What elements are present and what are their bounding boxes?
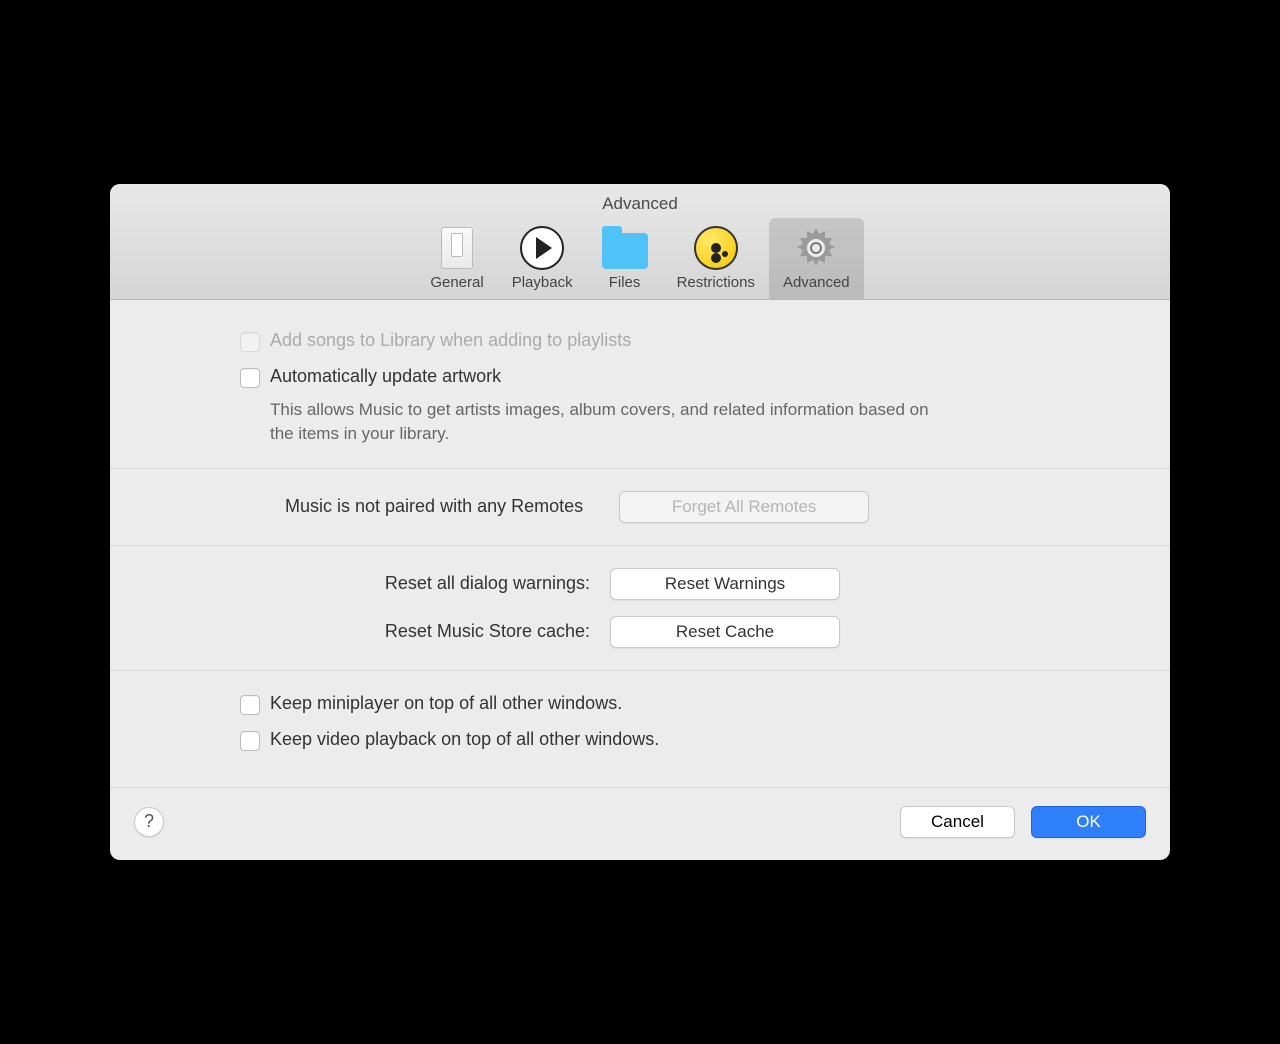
folder-icon (601, 224, 649, 272)
toolbar: Advanced General Playback Files Restrict… (110, 184, 1170, 300)
tab-label: Playback (512, 274, 573, 291)
divider (110, 545, 1170, 546)
ok-button[interactable]: OK (1031, 806, 1146, 838)
reset-cache-button[interactable]: Reset Cache (610, 616, 840, 648)
tab-general[interactable]: General (416, 218, 497, 299)
description-auto-artwork: This allows Music to get artists images,… (270, 398, 950, 446)
checkbox-keep-miniplayer[interactable] (240, 695, 260, 715)
checkbox-auto-artwork[interactable] (240, 368, 260, 388)
reset-warnings-row: Reset all dialog warnings: Reset Warning… (140, 568, 1140, 600)
checkbox-keep-video[interactable] (240, 731, 260, 751)
remotes-status: Music is not paired with any Remotes (285, 496, 583, 517)
parental-icon (692, 224, 740, 272)
label-keep-video: Keep video playback on top of all other … (270, 729, 659, 750)
help-button[interactable]: ? (134, 807, 164, 837)
label-add-songs: Add songs to Library when adding to play… (270, 330, 631, 351)
reset-warnings-label: Reset all dialog warnings: (385, 573, 590, 594)
reset-cache-row: Reset Music Store cache: Reset Cache (140, 616, 1140, 648)
play-icon (518, 224, 566, 272)
content-pane: Add songs to Library when adding to play… (110, 300, 1170, 860)
option-keep-miniplayer: Keep miniplayer on top of all other wind… (240, 693, 1140, 715)
tab-bar: General Playback Files Restrictions Adva… (110, 218, 1170, 299)
tab-label: Advanced (783, 274, 850, 291)
option-add-songs: Add songs to Library when adding to play… (240, 330, 1140, 352)
checkbox-add-songs (240, 332, 260, 352)
label-auto-artwork: Automatically update artwork (270, 366, 501, 387)
tab-files[interactable]: Files (587, 218, 663, 299)
divider (110, 670, 1170, 671)
tab-restrictions[interactable]: Restrictions (663, 218, 769, 299)
tab-advanced[interactable]: Advanced (769, 218, 864, 299)
reset-cache-label: Reset Music Store cache: (385, 621, 590, 642)
tab-label: Restrictions (677, 274, 755, 291)
divider (110, 468, 1170, 469)
forget-remotes-button: Forget All Remotes (619, 491, 869, 523)
cancel-button[interactable]: Cancel (900, 806, 1015, 838)
tab-label: General (430, 274, 483, 291)
remotes-row: Music is not paired with any Remotes For… (140, 491, 1140, 523)
tab-playback[interactable]: Playback (498, 218, 587, 299)
reset-warnings-button[interactable]: Reset Warnings (610, 568, 840, 600)
switch-icon (433, 224, 481, 272)
dialog-footer: ? Cancel OK (110, 787, 1170, 860)
preferences-window: Advanced General Playback Files Restrict… (110, 184, 1170, 860)
gear-icon (792, 224, 840, 272)
tab-label: Files (609, 274, 641, 291)
option-keep-video: Keep video playback on top of all other … (240, 729, 1140, 751)
option-auto-artwork: Automatically update artwork (240, 366, 1140, 388)
label-keep-miniplayer: Keep miniplayer on top of all other wind… (270, 693, 622, 714)
window-title: Advanced (110, 194, 1170, 218)
